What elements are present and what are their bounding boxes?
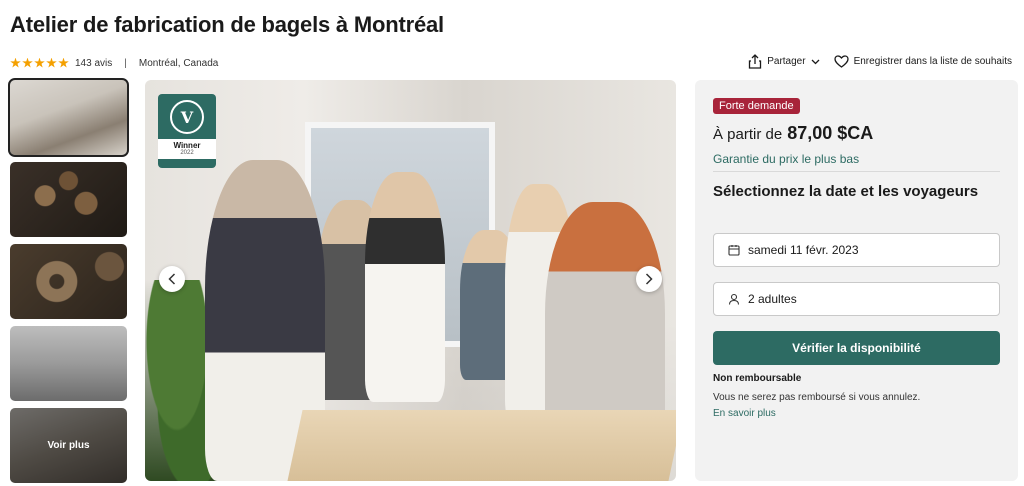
next-image-button[interactable] xyxy=(636,266,662,292)
rating-stars[interactable] xyxy=(10,57,69,69)
learn-more-link[interactable]: En savoir plus xyxy=(713,408,776,419)
wishlist-label: Enregistrer dans la liste de souhaits xyxy=(853,56,1012,67)
travelers-value: 2 adultes xyxy=(748,292,797,306)
header-actions: Partager Enregistrer dans la liste de so… xyxy=(748,54,1012,69)
chevron-left-icon xyxy=(168,273,176,285)
star-icon xyxy=(22,57,33,68)
price-row: À partir de 87,00 $CA xyxy=(713,123,873,144)
star-icon xyxy=(34,57,45,68)
price-guarantee-link[interactable]: Garantie du prix le plus bas xyxy=(713,152,859,166)
star-icon xyxy=(46,57,57,68)
award-year: 2022 xyxy=(180,150,194,156)
star-icon xyxy=(10,57,21,68)
meta-separator: | xyxy=(124,57,127,69)
chevron-down-icon xyxy=(811,59,820,64)
rating-row: 143 avis | Montréal, Canada xyxy=(10,56,218,70)
award-title: Winner xyxy=(173,141,201,150)
date-value: samedi 11 févr. 2023 xyxy=(748,243,859,257)
thumbnail-2[interactable] xyxy=(10,162,127,237)
thumbnail-4[interactable] xyxy=(10,326,127,401)
thumbnail-1[interactable] xyxy=(8,78,129,157)
user-icon xyxy=(728,293,740,305)
price-amount: 87,00 $CA xyxy=(787,123,874,143)
date-picker[interactable]: samedi 11 févr. 2023 xyxy=(713,233,1000,267)
heart-icon xyxy=(833,55,849,68)
share-label: Partager xyxy=(767,56,806,67)
thumbnail-3[interactable] xyxy=(10,244,127,319)
award-badge: V Winner 2022 xyxy=(158,94,216,168)
previous-image-button[interactable] xyxy=(159,266,185,292)
share-button[interactable]: Partager xyxy=(748,54,820,69)
travelers-picker[interactable]: 2 adultes xyxy=(713,282,1000,316)
award-label: Winner 2022 xyxy=(158,139,216,159)
wishlist-button[interactable]: Enregistrer dans la liste de souhaits xyxy=(833,55,1012,68)
award-logo-letter: V xyxy=(180,107,194,127)
hero-person xyxy=(365,172,445,402)
hero-image[interactable]: V Winner 2022 xyxy=(145,80,676,481)
thumbnail-see-more[interactable]: Voir plus xyxy=(10,408,127,483)
check-availability-button[interactable]: Vérifier la disponibilité xyxy=(713,331,1000,365)
refund-policy-title: Non remboursable xyxy=(713,373,802,384)
chevron-right-icon xyxy=(645,273,653,285)
thumbnail-strip: Voir plus xyxy=(8,78,129,486)
divider xyxy=(713,171,1000,172)
location-label: Montréal, Canada xyxy=(138,57,219,69)
see-more-overlay: Voir plus xyxy=(10,408,127,483)
review-count[interactable]: 143 avis xyxy=(75,58,112,69)
star-icon xyxy=(58,57,69,68)
select-date-heading: Sélectionnez la date et les voyageurs xyxy=(713,183,979,200)
hero-table xyxy=(287,410,676,481)
price-prefix: À partir de xyxy=(713,126,783,143)
booking-panel: Forte demande À partir de 87,00 $CA Gara… xyxy=(695,80,1018,481)
page-title: Atelier de fabrication de bagels à Montr… xyxy=(10,12,444,37)
demand-badge: Forte demande xyxy=(713,98,800,114)
calendar-icon xyxy=(728,245,740,256)
award-logo-icon: V xyxy=(170,100,204,134)
see-more-label: Voir plus xyxy=(47,440,90,451)
refund-policy-description: Vous ne serez pas remboursé si vous annu… xyxy=(713,392,921,403)
share-icon xyxy=(749,54,762,69)
